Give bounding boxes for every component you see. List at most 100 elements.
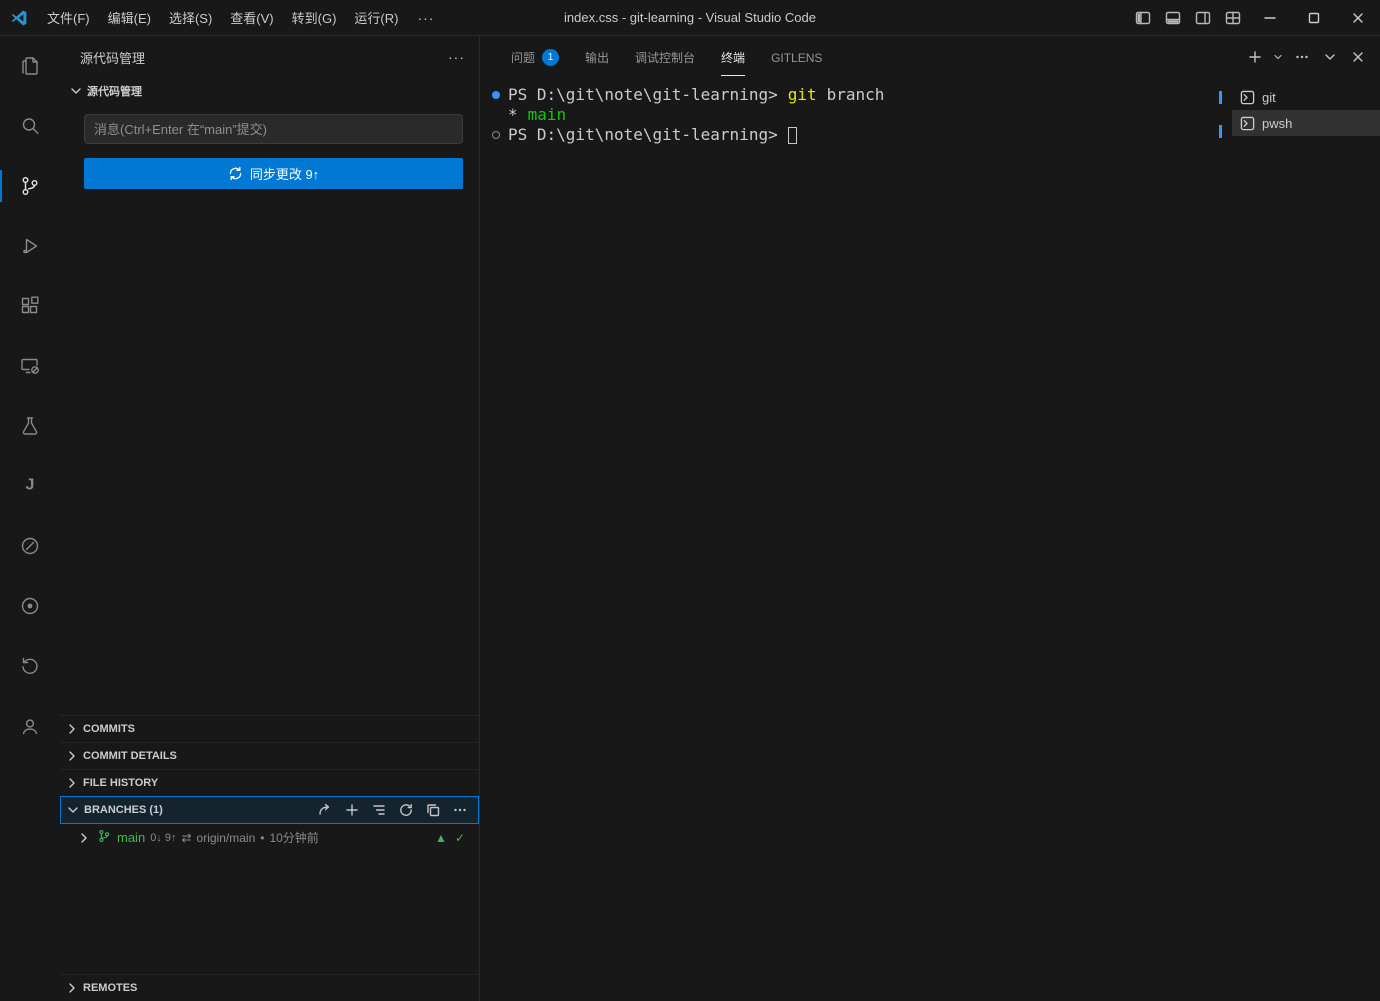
activity-search[interactable]: [0, 96, 60, 156]
minimize-button[interactable]: [1248, 0, 1292, 35]
terminal-prompt: PS D:\git\note\git-learning>: [508, 85, 778, 105]
pane-remotes-label: REMOTES: [83, 982, 137, 994]
overview-ruler-mark: [1219, 125, 1222, 138]
chevron-right-icon: [64, 980, 80, 996]
chevron-down-icon: [65, 802, 81, 818]
branch-list-marker: *: [508, 105, 518, 125]
terminal-viewport[interactable]: PS D:\git\note\git-learning>gitbranch *m…: [480, 78, 1232, 1001]
sync-icon: [228, 166, 243, 181]
tab-gitlens[interactable]: GITLENS: [758, 36, 835, 78]
panel-more-actions-icon[interactable]: [1289, 45, 1314, 70]
pane-commit-details-label: COMMIT DETAILS: [83, 750, 177, 762]
svg-text:J: J: [26, 476, 35, 493]
git-branch-icon: [97, 829, 111, 846]
toggle-panel-icon[interactable]: [1158, 0, 1188, 35]
close-panel-icon[interactable]: [1345, 45, 1370, 70]
terminal-prompt: PS D:\git\note\git-learning>: [508, 125, 778, 145]
switch-branch-icon[interactable]: [315, 800, 335, 820]
tab-problems[interactable]: 问题 1: [498, 36, 572, 78]
activity-source-control[interactable]: [0, 156, 60, 216]
problems-count-badge: 1: [542, 49, 559, 66]
panel-collapse-icon[interactable]: [1317, 45, 1342, 70]
activity-gitlens[interactable]: [0, 516, 60, 576]
sidebar-empty-area: [60, 189, 479, 715]
branch-upstream: origin/main: [197, 831, 256, 845]
activity-remote-explorer[interactable]: [0, 336, 60, 396]
new-terminal-icon[interactable]: [1242, 45, 1267, 70]
pane-commits[interactable]: COMMITS: [60, 715, 479, 742]
toggle-primary-sidebar-icon[interactable]: [1128, 0, 1158, 35]
commit-message-input[interactable]: [84, 114, 463, 144]
gitlens-panes: COMMITS COMMIT DETAILS FILE HISTORY BRAN…: [60, 715, 479, 1001]
terminal-instance-label: git: [1262, 90, 1276, 105]
screen-disconnect-icon: [18, 354, 42, 378]
terminal-instance-pwsh[interactable]: pwsh: [1232, 110, 1380, 136]
branch-status-icons: ▲ ✓: [435, 831, 465, 845]
terminal-panel-body: PS D:\git\note\git-learning>gitbranch *m…: [480, 78, 1380, 1001]
activity-history[interactable]: [0, 636, 60, 696]
terminal-instance-label: pwsh: [1262, 116, 1292, 131]
chevron-right-icon: [76, 830, 92, 846]
j-letter-icon: J: [18, 472, 42, 501]
menu-file[interactable]: 文件(F): [38, 0, 99, 35]
maximize-button[interactable]: [1292, 0, 1336, 35]
terminal-icon: [1240, 90, 1255, 105]
pane-commits-label: COMMITS: [83, 723, 135, 735]
tab-debug-console-label: 调试控制台: [635, 38, 695, 76]
terminal-profile-dropdown-icon[interactable]: [1270, 45, 1286, 70]
command-decoration-success-icon[interactable]: [488, 91, 504, 99]
pane-file-history-label: FILE HISTORY: [83, 777, 158, 789]
tab-terminal-label: 终端: [721, 38, 745, 76]
terminal-instance-git[interactable]: git: [1232, 84, 1380, 110]
pane-branches[interactable]: BRANCHES (1): [60, 796, 479, 824]
customize-layout-icon[interactable]: [1218, 0, 1248, 35]
activity-gitlens-inspect[interactable]: [0, 576, 60, 636]
chevron-right-icon: [64, 721, 80, 737]
sync-button-label: 同步更改 9↑: [250, 164, 319, 183]
overview-ruler-mark: [1219, 91, 1222, 104]
activity-run-debug[interactable]: [0, 216, 60, 276]
refresh-icon[interactable]: [396, 800, 416, 820]
bottom-panel: 问题 1 输出 调试控制台 终端 GITLENS: [480, 36, 1380, 1001]
sidebar-more-actions-icon[interactable]: ···: [448, 49, 465, 65]
sync-changes-button[interactable]: 同步更改 9↑: [84, 158, 463, 189]
scm-section-label: 源代码管理: [87, 83, 142, 99]
activity-j-extension[interactable]: J: [0, 456, 60, 516]
pane-commit-details[interactable]: COMMIT DETAILS: [60, 742, 479, 769]
search-icon: [18, 114, 42, 138]
pane-remotes[interactable]: REMOTES: [60, 974, 479, 1001]
activity-account[interactable]: [0, 696, 60, 756]
close-window-button[interactable]: [1336, 0, 1380, 35]
sidebar-source-control: 源代码管理 ··· 源代码管理 同步更改 9↑ COMMITS: [60, 36, 480, 1001]
view-as-list-icon[interactable]: [369, 800, 389, 820]
activity-explorer[interactable]: [0, 36, 60, 96]
terminal-icon: [1240, 116, 1255, 131]
command-decoration-prompt-icon: [488, 131, 504, 139]
scm-repo-section-header[interactable]: 源代码管理: [60, 78, 479, 104]
menu-more-icon[interactable]: ···: [407, 10, 444, 26]
activity-extensions[interactable]: [0, 276, 60, 336]
pane-branches-label: BRANCHES (1): [84, 804, 163, 816]
branches-actions: [315, 800, 470, 820]
menu-selection[interactable]: 选择(S): [160, 0, 221, 35]
toggle-secondary-sidebar-icon[interactable]: [1188, 0, 1218, 35]
terminal-actions: [1242, 45, 1370, 70]
menu-edit[interactable]: 编辑(E): [99, 0, 160, 35]
menu-run[interactable]: 运行(R): [345, 0, 407, 35]
pane-file-history[interactable]: FILE HISTORY: [60, 769, 479, 796]
open-in-editor-icon[interactable]: [423, 800, 443, 820]
create-branch-icon[interactable]: [342, 800, 362, 820]
panel-tab-bar: 问题 1 输出 调试控制台 终端 GITLENS: [480, 36, 1380, 78]
terminal-command-arg: branch: [827, 85, 885, 105]
tab-terminal[interactable]: 终端: [708, 36, 758, 78]
activity-testing[interactable]: [0, 396, 60, 456]
terminal-instance-list: git pwsh: [1232, 78, 1380, 1001]
menu-goto[interactable]: 转到(G): [283, 0, 346, 35]
branch-behind-ahead: 0↓ 9↑: [150, 832, 176, 844]
tab-debug-console[interactable]: 调试控制台: [622, 36, 708, 78]
menu-view[interactable]: 查看(V): [221, 0, 282, 35]
chevron-right-icon: [64, 775, 80, 791]
branch-row-main[interactable]: main 0↓ 9↑ ⇄ origin/main • 10分钟前 ▲ ✓: [60, 824, 479, 851]
tab-output[interactable]: 输出: [572, 36, 622, 78]
more-actions-icon[interactable]: [450, 800, 470, 820]
